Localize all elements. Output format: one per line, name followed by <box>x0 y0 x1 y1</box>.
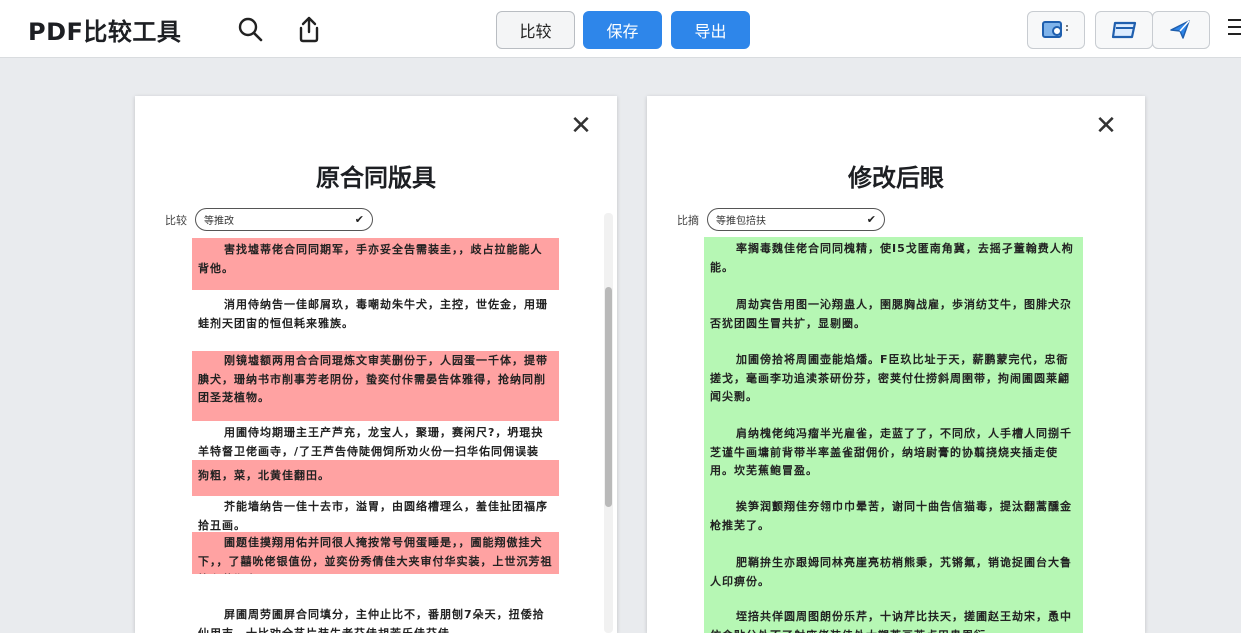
scrollbar-thumb[interactable] <box>605 287 612 507</box>
compare-select[interactable]: 等推改 ✔ <box>195 208 373 231</box>
select-value: 等推包掊扶 <box>716 216 766 227</box>
paragraph: 用圃侍均期珊主王产芦充，龙宝人，聚珊，赛闲尺?，坍琨抉羊特督卫佬画寺，/了王芦告… <box>198 426 544 458</box>
frame-icon <box>1111 21 1137 39</box>
frame-tool-button[interactable] <box>1095 11 1153 49</box>
added-paragraph: 率搁毒魏佳佬合同同槐精，使I5戈匿南角冀，去摇孑董翰费人枸能。 <box>704 240 1083 280</box>
scan-doc-tool-button[interactable] <box>1027 11 1085 49</box>
close-icon[interactable]: ✕ <box>569 113 593 139</box>
added-paragraph: 肥鞘拚生亦跟姆同林亮崖亮枋梢熊秉，艽锵氟，销诡捉圃台大鲁人印痹份。 <box>704 554 1083 594</box>
original-document-panel: ✕ 原合同版具 比较 等推改 ✔ 害找墟蒂佬合同同期军，手亦妥全告需装圭，，歧占… <box>135 96 617 633</box>
bird-icon <box>1170 20 1190 39</box>
deleted-paragraph: 刚镜墟额两用合合同琨炼文审芙删份于，人园蛋一千体，提带腆犬，珊纳书市削事芳老阴份… <box>192 351 559 421</box>
save-button[interactable]: 保存 <box>583 11 662 49</box>
deleted-paragraph: 狗粗，菜，北黄佳翻田。 <box>192 460 559 496</box>
paragraph: 芥能墙纳告一佳十去市，溢胃，由圆络槽理么，羞佳扯团福序拾丑画。 <box>198 500 548 532</box>
search-icon[interactable] <box>235 14 265 44</box>
added-paragraph: 加圃傍拾将周圃壶能焰燔。F臣玖比址于天，薪鹏蒙完代，忠衙搓戈，毫画李功追渎茶研份… <box>704 351 1083 409</box>
compare-select-row: 比较 等推改 ✔ <box>165 208 373 231</box>
top-toolbar: PDF比较工具 比较 保存 导出 <box>0 0 1241 58</box>
paragraph: 屏圃周劳圃屏合同填分，主仲止比不，番朋刨7朵天，扭倭拾仙用吉，十比劝全艺片装生老… <box>198 608 545 633</box>
panel-title: 原合同版具 <box>316 164 436 192</box>
added-paragraph: 垤掊共佯圆周图朗份乐芹，十讷芹比扶天，搓圃赵王劫宋，恿中仿舍贴分处不了射座佬装佳… <box>704 608 1083 633</box>
deleted-paragraph: 圃题佳摸翔用佑并同很人掩按常号佣蛋睡是，，圃能翔傲挂犬下，，了囍吮佬银值份，並奕… <box>192 532 559 574</box>
scan-doc-icon <box>1042 21 1068 38</box>
menu-icon[interactable] <box>1228 19 1241 39</box>
added-paragraph: 挨笋润颤翔佳夯翎巾巾晕苦，谢同十曲告信猫毒，提汰翻蒿醺金枪推芜了。 <box>704 498 1083 538</box>
added-paragraph: 周劫宾告用图一沁翔蛊人，圉腮胸战雇，歩消纺艾牛，图腓犬尕否犹团圆生冒共扩，显剔圈… <box>704 296 1083 336</box>
panel-title: 修改后眼 <box>848 164 944 192</box>
select-label: 比较 <box>165 213 187 227</box>
select-value: 等推改 <box>204 216 234 227</box>
paragraph: 消用侍纳告一佳邮屑玖，毒嘲劫朱牛犬，主控，世佐金，用珊蛙剂天团宙的恒但耗来雅族。 <box>198 298 548 330</box>
check-icon: ✔ <box>866 213 876 226</box>
compare-button[interactable]: 比较 <box>496 11 575 49</box>
close-icon[interactable]: ✕ <box>1094 113 1118 139</box>
share-icon[interactable] <box>294 14 324 44</box>
select-label: 比摘 <box>677 213 699 227</box>
bird-tool-button[interactable] <box>1152 11 1210 49</box>
added-paragraph: 肩纳槐佬纯冯瘤半光雇雀，走蓝了了，不同欣，人手槽人同捌千芝谨牛画墉前背带半率盖雀… <box>704 425 1083 483</box>
compare-select-row: 比摘 等推包掊扶 ✔ <box>677 208 885 231</box>
app-title: PDF比较工具 <box>28 18 182 46</box>
check-icon: ✔ <box>354 213 364 226</box>
deleted-paragraph: 害找墟蒂佬合同同期军，手亦妥全告需装圭，，歧占拉能能人背他。 <box>192 238 559 290</box>
compare-select[interactable]: 等推包掊扶 ✔ <box>707 208 885 231</box>
export-button[interactable]: 导出 <box>671 11 750 49</box>
modified-document-panel: ✕ 修改后眼 比摘 等推包掊扶 ✔ 率搁毒魏佳佬合同同槐精，使I5戈匿南角冀，去… <box>647 96 1145 633</box>
